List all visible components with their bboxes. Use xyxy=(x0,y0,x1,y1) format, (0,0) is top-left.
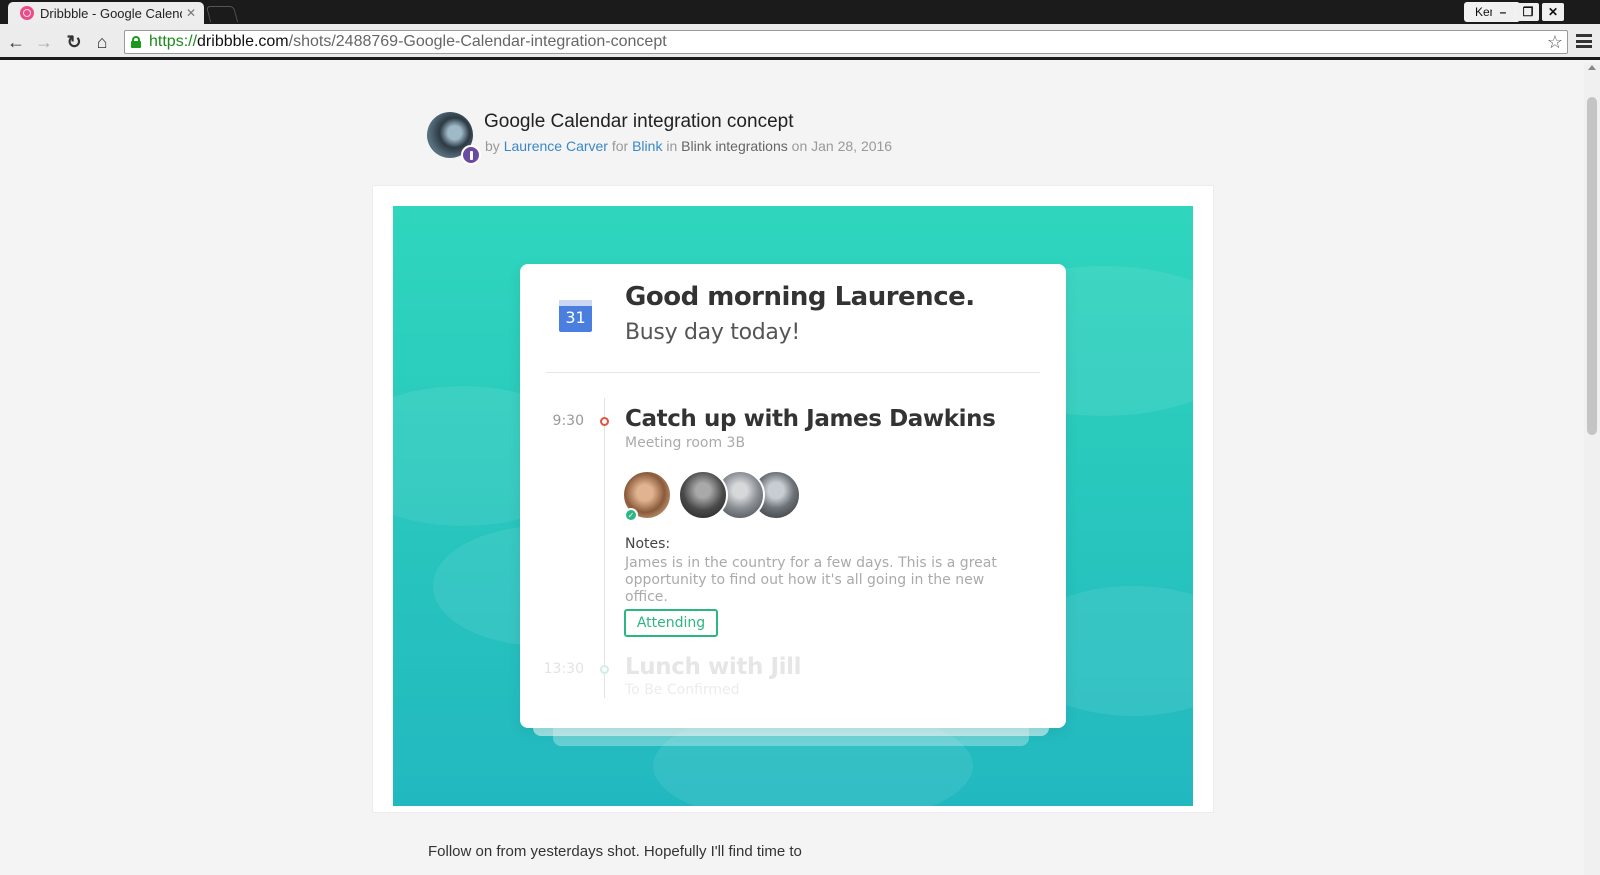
page-viewport: Google Calendar integration concept by L… xyxy=(0,63,1584,875)
event-location: To Be Confirmed xyxy=(625,682,740,698)
address-bar[interactable]: https://dribbble.com/shots/2488769-Googl… xyxy=(124,30,1568,54)
event-dot-icon xyxy=(600,417,609,426)
lock-icon xyxy=(131,36,141,48)
restore-icon[interactable]: ❐ xyxy=(1517,3,1539,21)
menu-icon[interactable] xyxy=(1576,34,1592,48)
bookmark-star-icon[interactable]: ☆ xyxy=(1547,32,1563,53)
page-scrollbar[interactable] xyxy=(1584,63,1600,875)
new-tab-button[interactable] xyxy=(205,6,239,22)
attending-button[interactable]: Attending xyxy=(624,609,718,637)
home-icon[interactable]: ⌂ xyxy=(90,30,114,54)
browser-toolbar: ← → ↻ ⌂ https://dribbble.com/shots/24887… xyxy=(0,24,1600,60)
project-link[interactable]: Blink integrations xyxy=(681,138,788,154)
event-dot-icon xyxy=(600,665,609,674)
browser-tab-active[interactable]: Dribbble - Google Calendar integration c… xyxy=(8,2,204,24)
close-window-icon[interactable]: ✕ xyxy=(1542,3,1564,21)
shot-date: Jan 28, 2016 xyxy=(811,138,893,154)
tab-title: Dribbble - Google Calendar integration c… xyxy=(40,5,182,21)
notes-label: Notes: xyxy=(625,536,671,552)
shot-description: Follow on from yesterdays shot. Hopefull… xyxy=(428,843,802,860)
event-location: Meeting room 3B xyxy=(625,435,746,451)
event-time: 9:30 xyxy=(552,413,584,429)
author-link[interactable]: Laurence Carver xyxy=(504,138,608,154)
google-calendar-icon: 31 xyxy=(559,300,592,332)
minimize-icon[interactable]: – xyxy=(1492,3,1514,21)
subgreeting: Busy day today! xyxy=(625,320,800,345)
shot-card: 31 Good morning Laurence. Busy day today… xyxy=(372,185,1214,813)
forward-arrow-icon[interactable]: → xyxy=(32,30,56,54)
title-bar: Dribbble - Google Calendar integration c… xyxy=(0,0,1600,24)
reload-icon[interactable]: ↻ xyxy=(62,30,86,54)
scrollbar-thumb[interactable] xyxy=(1587,97,1597,435)
event-title[interactable]: Catch up with James Dawkins xyxy=(625,406,996,432)
back-arrow-icon[interactable]: ← xyxy=(4,30,28,54)
attendee-avatar[interactable] xyxy=(678,470,728,520)
dribbble-icon xyxy=(20,6,34,20)
shot-header: Google Calendar integration concept by L… xyxy=(427,111,947,167)
event-time: 13:30 xyxy=(543,661,584,677)
shot-meta: by Laurence Carver for Blink in Blink in… xyxy=(485,138,893,154)
timeline-line xyxy=(604,398,605,698)
check-icon: ✓ xyxy=(624,508,638,522)
notes-text: James is in the country for a few days. … xyxy=(625,555,997,605)
calendar-card: 31 Good morning Laurence. Busy day today… xyxy=(520,264,1066,728)
team-link[interactable]: Blink xyxy=(632,138,662,154)
shot-image[interactable]: 31 Good morning Laurence. Busy day today… xyxy=(393,206,1193,806)
event-title[interactable]: Lunch with Jill xyxy=(625,654,802,680)
divider xyxy=(546,372,1040,373)
url-text: https://dribbble.com/shots/2488769-Googl… xyxy=(149,33,667,50)
scroll-up-arrow-icon[interactable] xyxy=(1588,65,1596,70)
close-tab-icon[interactable]: ✕ xyxy=(186,6,196,20)
team-badge-icon[interactable] xyxy=(461,145,481,165)
greeting: Good morning Laurence. xyxy=(625,282,975,312)
shot-title: Google Calendar integration concept xyxy=(484,111,794,132)
